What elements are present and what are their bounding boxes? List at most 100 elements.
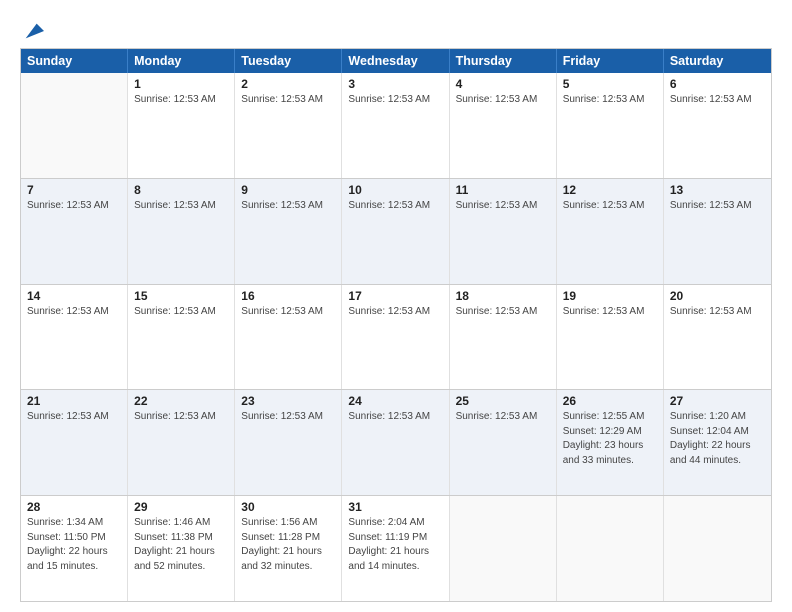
day-info: Sunrise: 12:53 AM [134, 410, 228, 425]
day-info: Sunrise: 12:53 AM [456, 410, 550, 425]
day-number: 13 [670, 183, 765, 197]
calendar-header: SundayMondayTuesdayWednesdayThursdayFrid… [21, 49, 771, 73]
calendar-cell: 27 Sunrise: 1:20 AM Sunset: 12:04 AM Dayl… [664, 390, 771, 495]
day-number: 16 [241, 289, 335, 303]
day-number: 6 [670, 77, 765, 91]
day-info: Sunrise: 12:53 AM [27, 199, 121, 214]
calendar-cell: 31Sunrise: 2:04 AM Sunset: 11:19 PM Dayl… [342, 496, 449, 601]
day-info: Sunrise: 12:53 AM [348, 305, 442, 320]
day-info: Sunrise: 12:53 AM [241, 93, 335, 108]
day-info: Sunrise: 12:53 AM [670, 93, 765, 108]
day-number: 5 [563, 77, 657, 91]
calendar-cell: 17 Sunrise: 12:53 AM [342, 285, 449, 390]
day-info: Sunrise: 12:53 AM [134, 93, 228, 108]
day-info: Sunrise: 12:53 AM [456, 93, 550, 108]
day-info: Sunrise: 2:04 AM Sunset: 11:19 PM Daylig… [348, 516, 442, 574]
calendar-cell [21, 73, 128, 178]
calendar-cell: 13 Sunrise: 12:53 AM [664, 179, 771, 284]
day-number: 20 [670, 289, 765, 303]
day-info: Sunrise: 12:53 AM [134, 199, 228, 214]
weekday-header: Monday [128, 49, 235, 73]
day-number: 15 [134, 289, 228, 303]
day-info: Sunrise: 12:53 AM [134, 305, 228, 320]
day-info: Sunrise: 12:53 AM [563, 93, 657, 108]
calendar-cell: 28 Sunrise: 1:34 AM Sunset: 11:50 PM Dayl… [21, 496, 128, 601]
day-info: Sunrise: 12:53 AM [563, 305, 657, 320]
calendar-cell: 25 Sunrise: 12:53 AM [450, 390, 557, 495]
calendar-cell: 19Sunrise: 12:53 AM [557, 285, 664, 390]
day-info: Sunrise: 12:53 AM [670, 199, 765, 214]
day-number: 17 [348, 289, 442, 303]
day-number: 23 [241, 394, 335, 408]
day-info: Sunrise: 12:53 AM [456, 199, 550, 214]
calendar-cell [664, 496, 771, 601]
day-number: 28 [27, 500, 121, 514]
day-number: 4 [456, 77, 550, 91]
calendar-cell: 23 Sunrise: 12:53 AM [235, 390, 342, 495]
calendar-cell: 26 Sunrise: 12:55 AM Sunset: 12:29 AM Day… [557, 390, 664, 495]
calendar-week: 21Sunrise: 12:53 AM22Sunrise: 12:53 AM23… [21, 390, 771, 496]
weekday-header: Thursday [450, 49, 557, 73]
calendar-cell: 5 Sunrise: 12:53 AM [557, 73, 664, 178]
day-number: 22 [134, 394, 228, 408]
header [20, 18, 772, 42]
day-info: Sunrise: 12:53 AM [348, 199, 442, 214]
day-number: 1 [134, 77, 228, 91]
day-info: Sunrise: 12:53 AM [670, 305, 765, 320]
calendar-cell: 20 Sunrise: 12:53 AM [664, 285, 771, 390]
calendar-cell: 7 Sunrise: 12:53 AM [21, 179, 128, 284]
calendar-cell: 10 Sunrise: 12:53 AM [342, 179, 449, 284]
calendar-cell: 29 Sunrise: 1:46 AM Sunset: 11:38 PM Dayl… [128, 496, 235, 601]
day-number: 24 [348, 394, 442, 408]
weekday-header: Saturday [664, 49, 771, 73]
calendar-cell [450, 496, 557, 601]
day-info: Sunrise: 12:53 AM [456, 305, 550, 320]
calendar-week: 1 Sunrise: 12:53 AM 2 Sunrise: 12:53 AM 3 Sun… [21, 73, 771, 179]
day-info: Sunrise: 1:56 AM Sunset: 11:28 PM Daylig… [241, 516, 335, 574]
day-info: Sunrise: 1:46 AM Sunset: 11:38 PM Daylig… [134, 516, 228, 574]
day-number: 27 [670, 394, 765, 408]
day-number: 9 [241, 183, 335, 197]
weekday-header: Tuesday [235, 49, 342, 73]
day-info: Sunrise: 12:55 AM Sunset: 12:29 AM Dayli… [563, 410, 657, 468]
day-info: Sunrise: 12:53 AM [241, 305, 335, 320]
calendar-cell: 6 Sunrise: 12:53 AM [664, 73, 771, 178]
day-info: Sunrise: 12:53 AM [241, 199, 335, 214]
weekday-header: Wednesday [342, 49, 449, 73]
day-number: 21 [27, 394, 121, 408]
calendar-cell: 2 Sunrise: 12:53 AM [235, 73, 342, 178]
calendar-cell: 8Sunrise: 12:53 AM [128, 179, 235, 284]
calendar-cell: 18Sunrise: 12:53 AM [450, 285, 557, 390]
calendar-cell: 16 Sunrise: 12:53 AM [235, 285, 342, 390]
calendar-week: 14Sunrise: 12:53 AM15Sunrise: 12:53 AM16… [21, 285, 771, 391]
day-info: Sunrise: 1:34 AM Sunset: 11:50 PM Daylig… [27, 516, 121, 574]
day-info: Sunrise: 12:53 AM [27, 305, 121, 320]
day-number: 11 [456, 183, 550, 197]
day-info: Sunrise: 1:20 AM Sunset: 12:04 AM Daylig… [670, 410, 765, 468]
calendar-cell: 3 Sunrise: 12:53 AM [342, 73, 449, 178]
day-number: 7 [27, 183, 121, 197]
logo-icon [22, 20, 44, 42]
day-number: 14 [27, 289, 121, 303]
calendar-body: 1 Sunrise: 12:53 AM 2 Sunrise: 12:53 AM 3 Sun… [21, 73, 771, 601]
day-number: 30 [241, 500, 335, 514]
day-number: 25 [456, 394, 550, 408]
day-info: Sunrise: 12:53 AM [348, 93, 442, 108]
calendar-cell: 9 Sunrise: 12:53 AM [235, 179, 342, 284]
calendar-cell [557, 496, 664, 601]
calendar-week: 28 Sunrise: 1:34 AM Sunset: 11:50 PM Dayl… [21, 496, 771, 601]
day-number: 29 [134, 500, 228, 514]
day-info: Sunrise: 12:53 AM [348, 410, 442, 425]
day-number: 12 [563, 183, 657, 197]
calendar-cell: 1 Sunrise: 12:53 AM [128, 73, 235, 178]
day-info: Sunrise: 12:53 AM [241, 410, 335, 425]
day-number: 10 [348, 183, 442, 197]
day-number: 2 [241, 77, 335, 91]
calendar-cell: 24 Sunrise: 12:53 AM [342, 390, 449, 495]
day-number: 3 [348, 77, 442, 91]
logo [20, 18, 44, 42]
day-number: 26 [563, 394, 657, 408]
calendar-cell: 14 Sunrise: 12:53 AM [21, 285, 128, 390]
day-info: Sunrise: 12:53 AM [563, 199, 657, 214]
weekday-header: Sunday [21, 49, 128, 73]
